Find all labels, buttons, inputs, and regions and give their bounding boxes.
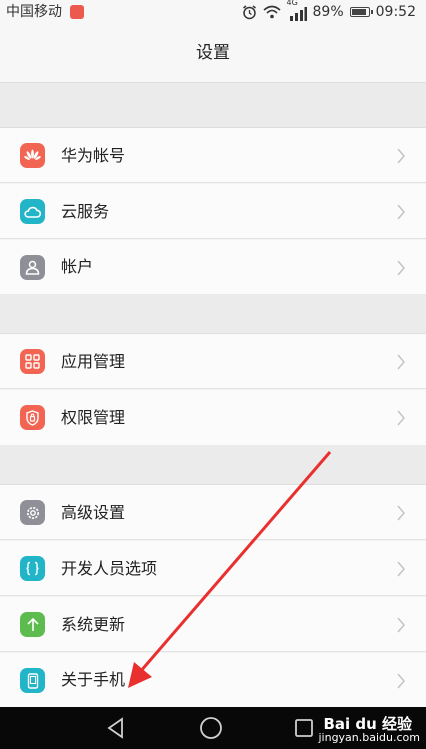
carrier-name: 中国移动 (6, 4, 62, 20)
list-item-cloud-service[interactable]: 云服务 (0, 184, 426, 239)
chevron-right-icon (397, 617, 405, 633)
item-label: 关于手机 (61, 670, 126, 689)
chevron-right-icon (397, 673, 405, 689)
chevron-right-icon (397, 505, 405, 521)
group-separator (0, 83, 426, 128)
wifi-icon (262, 5, 281, 19)
group-separator (0, 445, 426, 485)
recents-button[interactable] (294, 718, 314, 738)
list-item-permission-management[interactable]: 权限管理 (0, 390, 426, 445)
back-button[interactable] (106, 717, 126, 739)
network-type: 4G (287, 0, 307, 21)
item-label: 系统更新 (61, 615, 126, 634)
page-title-bar: 设置 (0, 24, 426, 83)
home-button[interactable] (199, 716, 223, 740)
list-item-advanced-settings[interactable]: 高级设置 (0, 485, 426, 540)
item-label: 开发人员选项 (61, 559, 158, 578)
signal-icon (289, 7, 307, 21)
item-label: 应用管理 (61, 352, 126, 371)
person-icon (20, 255, 45, 280)
chevron-right-icon (397, 148, 405, 164)
item-label: 云服务 (61, 202, 110, 221)
chevron-right-icon (397, 204, 405, 220)
chevron-right-icon (397, 354, 405, 370)
list-item-system-update[interactable]: 系统更新 (0, 597, 426, 652)
item-label: 权限管理 (61, 408, 126, 427)
list-item-developer-options[interactable]: 开发人员选项 (0, 541, 426, 596)
notification-icon (70, 5, 84, 19)
navigation-bar: Bai du 经验 jingyan.baidu.com (0, 707, 426, 749)
page-title: 设置 (196, 43, 230, 63)
cloud-icon (20, 199, 45, 224)
status-bar: 中国移动 4G 89% 09:52 (0, 0, 426, 24)
alarm-icon (242, 4, 256, 19)
clock: 09:52 (375, 4, 416, 20)
list-item-about-phone[interactable]: 关于手机 (0, 653, 426, 707)
chevron-right-icon (397, 410, 405, 426)
battery-percent: 89% (312, 4, 344, 20)
status-icons: 4G 89% 09:52 (242, 0, 416, 24)
shield-icon (20, 405, 45, 430)
chevron-right-icon (397, 260, 405, 276)
gear-icon (20, 500, 45, 525)
arrow-up-icon (20, 612, 45, 637)
item-label: 高级设置 (61, 503, 126, 522)
settings-screen: 中国移动 4G 89% 09:52 设置 华为帐号 云服务 帐户 应用管理 权限… (0, 0, 426, 749)
list-item-accounts[interactable]: 帐户 (0, 240, 426, 294)
item-label: 帐户 (61, 257, 94, 276)
watermark-url: jingyan.baidu.com (318, 731, 420, 744)
list-item-huawei-account[interactable]: 华为帐号 (0, 128, 426, 183)
item-label: 华为帐号 (61, 146, 126, 165)
huawei-icon (20, 143, 45, 168)
battery-icon (349, 7, 373, 17)
group-separator (0, 294, 426, 334)
apps-grid-icon (20, 349, 45, 374)
braces-icon (20, 556, 45, 581)
list-item-app-management[interactable]: 应用管理 (0, 334, 426, 389)
chevron-right-icon (397, 561, 405, 577)
phone-icon (20, 668, 45, 693)
